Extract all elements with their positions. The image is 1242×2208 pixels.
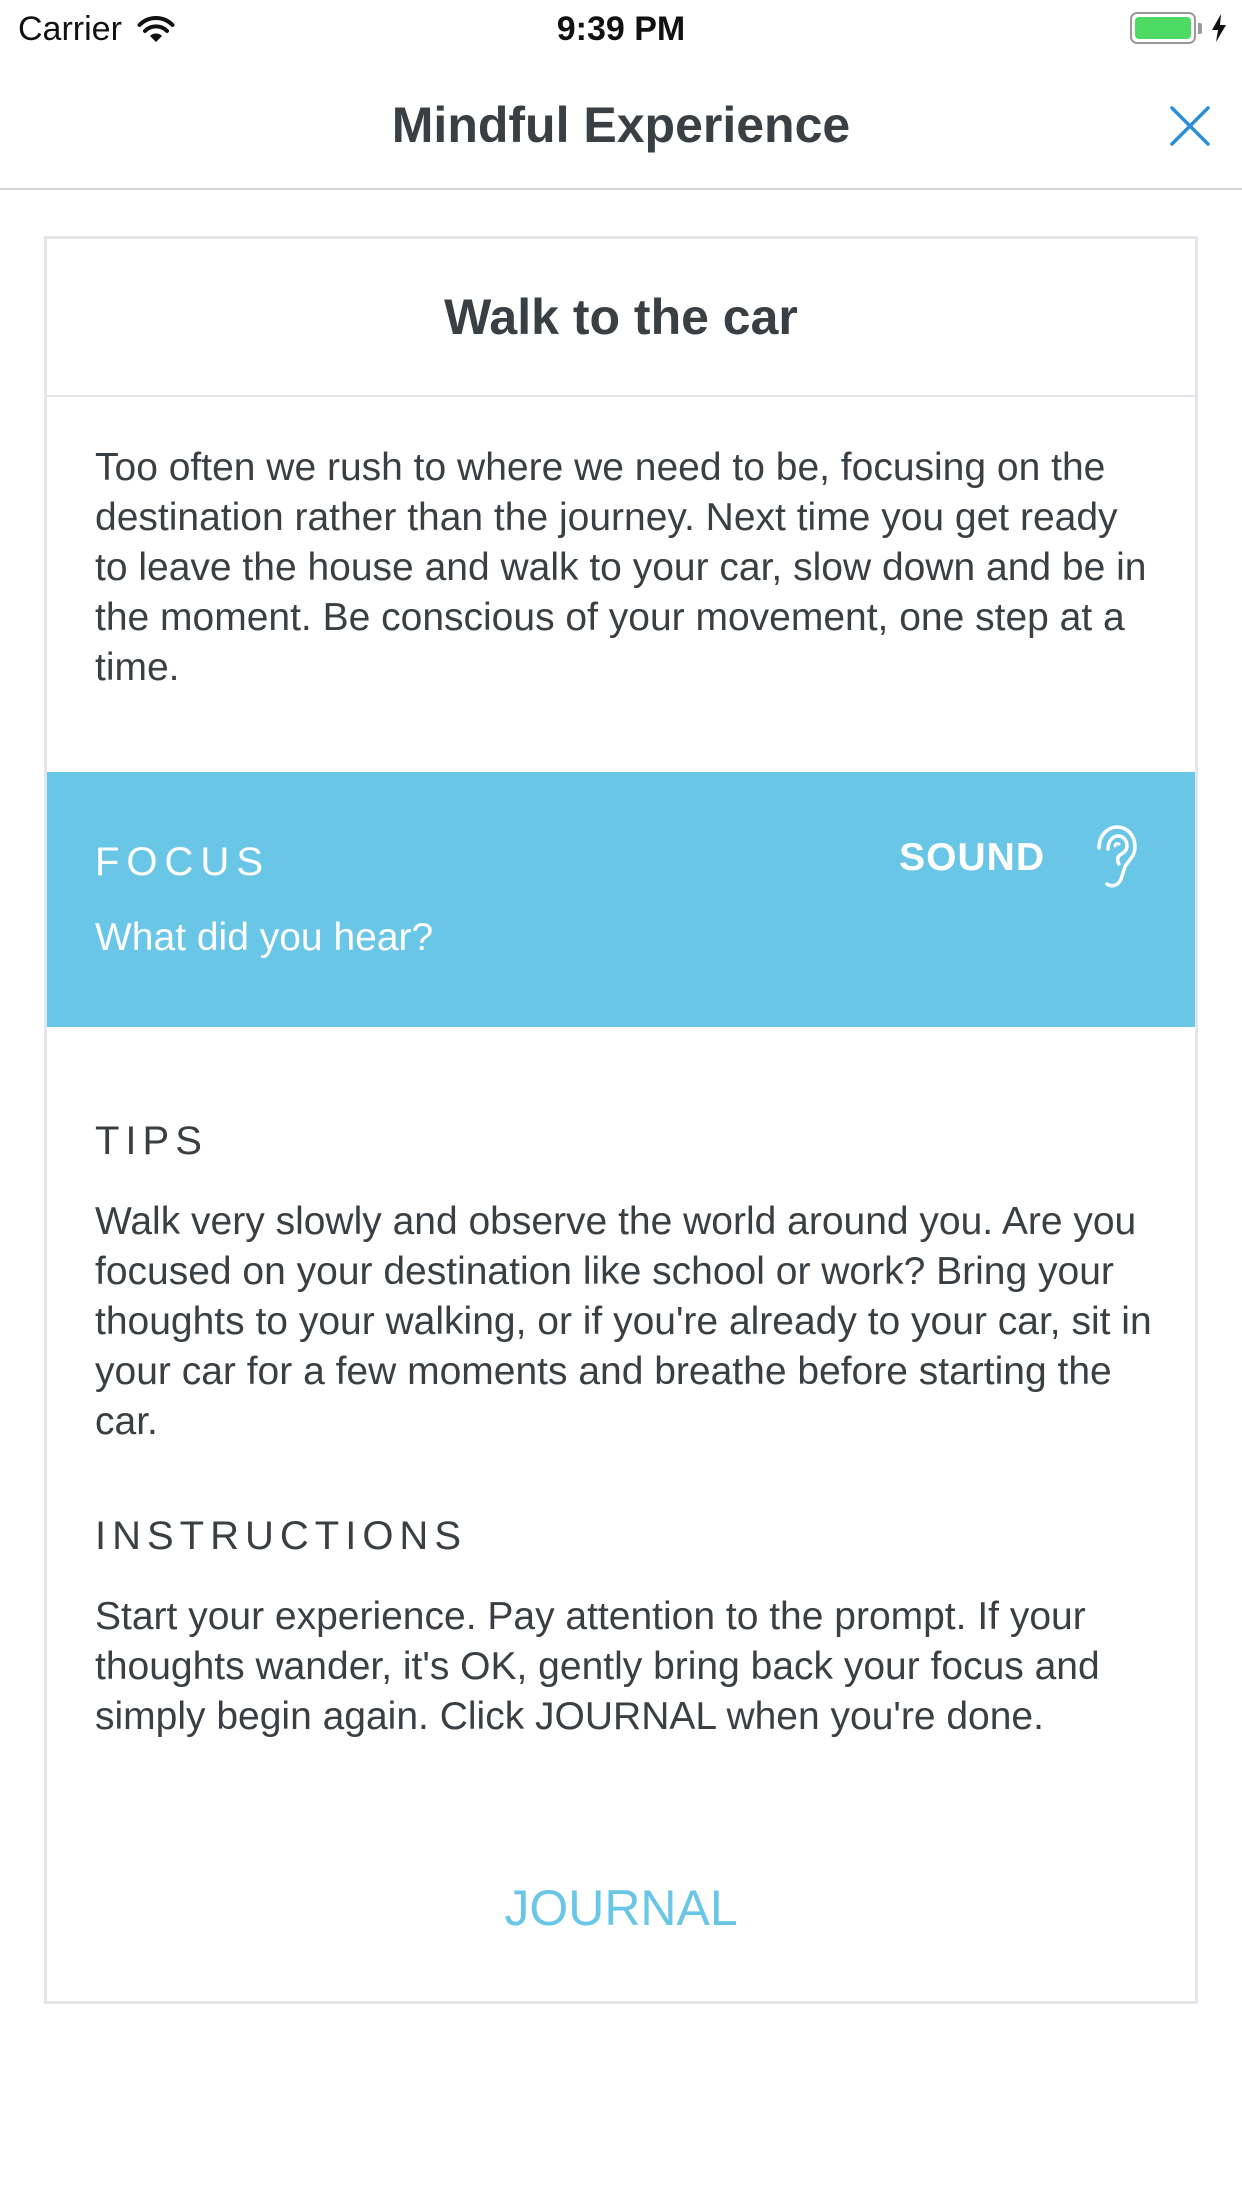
instructions-text: Start your experience. Pay attention to … [95, 1595, 1100, 1738]
battery-cap [1198, 22, 1202, 34]
battery-icon [1130, 12, 1196, 44]
tips-text: Walk very slowly and observe the world a… [95, 1200, 1152, 1443]
battery-fill [1135, 17, 1191, 39]
close-icon[interactable] [1166, 102, 1214, 150]
focus-sense-label: SOUND [899, 836, 1045, 879]
experience-title: Walk to the car [444, 289, 798, 345]
page-title: Mindful Experience [391, 97, 851, 153]
tips-heading: TIPS [95, 1119, 208, 1163]
navigation-bar: Mindful Experience [0, 62, 1242, 190]
journal-button[interactable]: JOURNAL [47, 1879, 1195, 1937]
battery-indicator [1130, 12, 1228, 44]
charging-bolt-icon [1212, 14, 1226, 42]
status-time: 9:39 PM [556, 10, 686, 48]
ear-icon [1097, 825, 1137, 888]
experience-card: Walk to the car Too often we rush to whe… [44, 236, 1198, 2004]
card-header: Walk to the car [47, 239, 1195, 397]
focus-label: FOCUS [95, 840, 270, 884]
focus-banner: FOCUS What did you hear? SOUND [47, 772, 1195, 1027]
instructions-heading: INSTRUCTIONS [95, 1514, 467, 1558]
focus-prompt: What did you hear? [95, 916, 434, 959]
status-bar: Carrier 9:39 PM [0, 0, 1242, 62]
